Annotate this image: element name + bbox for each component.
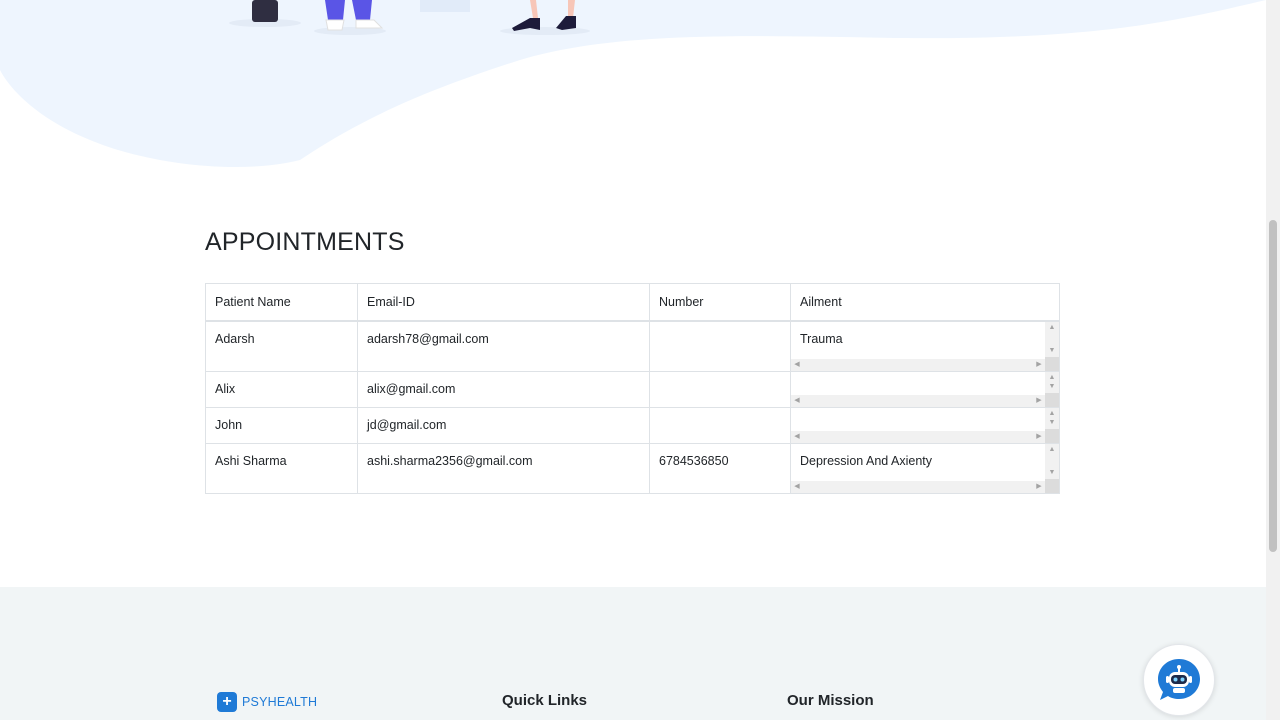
ailment-vertical-scrollbar[interactable]: ▲ ▼ (1045, 444, 1059, 479)
scroll-right-arrow-icon[interactable]: ▶ (1033, 395, 1045, 407)
email-cell: adarsh78@gmail.com (357, 320, 650, 372)
column-header-number: Number (649, 283, 791, 322)
robot-chat-icon (1158, 659, 1200, 700)
ailment-text: Trauma (800, 332, 843, 346)
scroll-down-arrow-icon[interactable]: ▼ (1045, 417, 1059, 429)
page-scrollbar-thumb[interactable] (1269, 220, 1277, 552)
scrollbar-corner (1045, 479, 1059, 493)
ailment-cell: ▲ ▼ ◀ ▶ (790, 407, 1060, 444)
scrollbar-corner (1045, 357, 1059, 371)
scrollbar-corner (1045, 393, 1059, 407)
scroll-left-arrow-icon[interactable]: ◀ (791, 395, 803, 407)
scroll-down-arrow-icon[interactable]: ▼ (1045, 381, 1059, 393)
patient-name-cell: John (205, 407, 358, 444)
ailment-cell: ▲ ▼ ◀ ▶ (790, 371, 1060, 408)
column-header-email: Email-ID (357, 283, 650, 322)
ailment-vertical-scrollbar[interactable]: ▲ ▼ (1045, 322, 1059, 357)
ailment-cell: Depression And Axienty ▲ ▼ ◀ ▶ (790, 443, 1060, 494)
scroll-up-arrow-icon[interactable]: ▲ (1045, 444, 1059, 456)
ailment-cell: Trauma ▲ ▼ ◀ ▶ (790, 320, 1060, 372)
table-row: Adarsh adarsh78@gmail.com Trauma ▲ ▼ ◀ ▶ (205, 320, 1060, 372)
scroll-down-arrow-icon[interactable]: ▼ (1045, 467, 1059, 479)
email-cell: ashi.sharma2356@gmail.com (357, 443, 650, 494)
number-cell (649, 371, 791, 408)
table-header-row: Patient Name Email-ID Number Ailment (205, 283, 1060, 322)
table-row: Alix alix@gmail.com ▲ ▼ ◀ ▶ (205, 371, 1060, 408)
patient-name-cell: Ashi Sharma (205, 443, 358, 494)
our-mission-heading: Our Mission (787, 692, 874, 709)
ailment-horizontal-scrollbar[interactable]: ◀ ▶ (791, 359, 1045, 371)
number-cell: 6784536850 (649, 443, 791, 494)
email-cell: jd@gmail.com (357, 407, 650, 444)
ailment-textarea[interactable]: Trauma ▲ ▼ ◀ ▶ (791, 322, 1059, 371)
table-row: Ashi Sharma ashi.sharma2356@gmail.com 67… (205, 443, 1060, 494)
patient-name-cell: Alix (205, 371, 358, 408)
quick-links-heading: Quick Links (502, 692, 588, 709)
number-cell (649, 320, 791, 372)
ailment-horizontal-scrollbar[interactable]: ◀ ▶ (791, 395, 1045, 407)
ailment-vertical-scrollbar[interactable]: ▲ ▼ (1045, 372, 1059, 393)
ailment-textarea[interactable]: ▲ ▼ ◀ ▶ (791, 372, 1059, 407)
footer (0, 587, 1266, 720)
ailment-textarea[interactable]: ▲ ▼ ◀ ▶ (791, 408, 1059, 443)
patient-name-cell: Adarsh (205, 320, 358, 372)
scroll-up-arrow-icon[interactable]: ▲ (1045, 322, 1059, 334)
column-header-ailment: Ailment (790, 283, 1060, 322)
scroll-left-arrow-icon[interactable]: ◀ (791, 481, 803, 493)
scroll-right-arrow-icon[interactable]: ▶ (1033, 359, 1045, 371)
scroll-down-arrow-icon[interactable]: ▼ (1045, 345, 1059, 357)
number-cell (649, 407, 791, 444)
hero-illustration (0, 0, 1266, 168)
brand-name: PSYHEALTH (242, 695, 318, 709)
ailment-vertical-scrollbar[interactable]: ▲ ▼ (1045, 408, 1059, 429)
chatbot-button[interactable] (1143, 644, 1215, 716)
column-header-patient-name: Patient Name (205, 283, 358, 322)
page-scrollbar[interactable] (1266, 0, 1280, 720)
table-row: John jd@gmail.com ▲ ▼ ◀ ▶ (205, 407, 1060, 444)
email-cell: alix@gmail.com (357, 371, 650, 408)
ailment-textarea[interactable]: Depression And Axienty ▲ ▼ ◀ ▶ (791, 444, 1059, 493)
scroll-right-arrow-icon[interactable]: ▶ (1033, 481, 1045, 493)
scroll-right-arrow-icon[interactable]: ▶ (1033, 431, 1045, 443)
appointments-title: APPOINTMENTS (205, 228, 405, 256)
scroll-left-arrow-icon[interactable]: ◀ (791, 431, 803, 443)
footer-logo[interactable]: + PSYHEALTH (217, 692, 317, 712)
medical-cross-icon: + (217, 692, 237, 712)
appointments-table: Patient Name Email-ID Number Ailment Ada… (205, 283, 1060, 494)
ailment-text: Depression And Axienty (800, 454, 933, 468)
ailment-horizontal-scrollbar[interactable]: ◀ ▶ (791, 481, 1045, 493)
scroll-left-arrow-icon[interactable]: ◀ (791, 359, 803, 371)
ailment-horizontal-scrollbar[interactable]: ◀ ▶ (791, 431, 1045, 443)
scrollbar-corner (1045, 429, 1059, 443)
